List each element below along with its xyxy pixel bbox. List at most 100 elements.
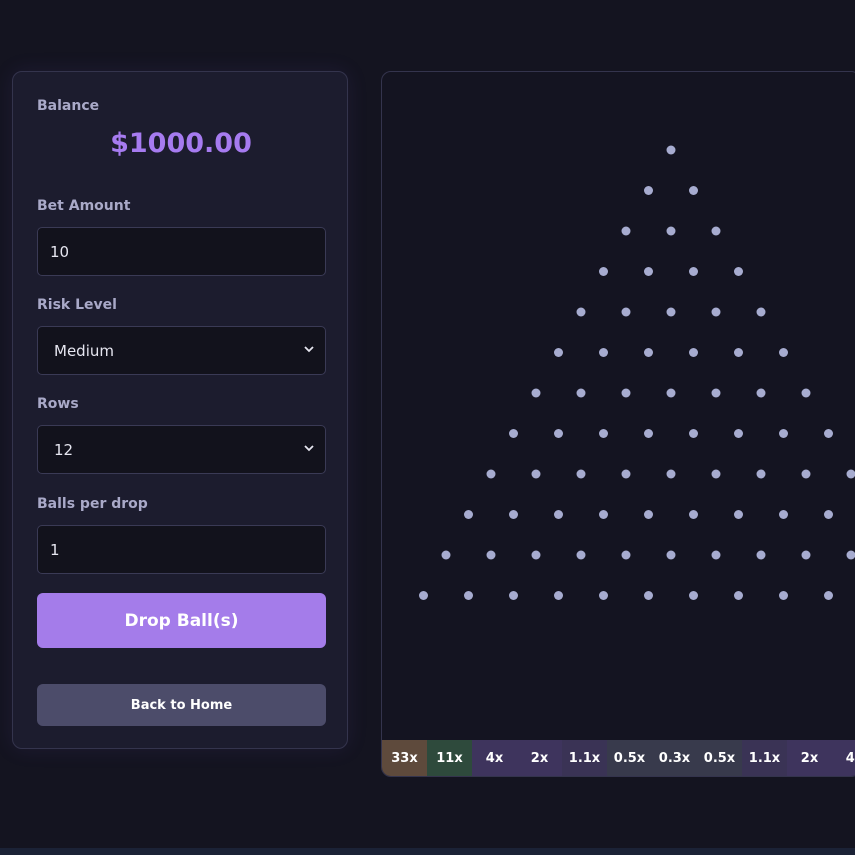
bet-amount-input[interactable]	[37, 227, 326, 276]
risk-level-select[interactable]: Medium	[37, 326, 326, 375]
peg	[554, 591, 563, 600]
peg	[531, 388, 541, 398]
balance-label: Balance	[37, 98, 100, 114]
peg	[756, 307, 766, 317]
peg	[756, 388, 766, 398]
peg	[531, 469, 541, 479]
peg	[644, 429, 653, 438]
multiplier-slot: 0.3x	[652, 740, 697, 776]
peg	[779, 429, 788, 438]
peg	[846, 550, 855, 560]
peg	[599, 510, 608, 519]
control-panel: Balance $1000.00 Bet Amount Risk Level M…	[12, 71, 348, 749]
drop-balls-button[interactable]: Drop Ball(s)	[37, 593, 326, 648]
peg	[734, 267, 743, 276]
peg	[801, 469, 811, 479]
peg	[419, 591, 428, 600]
peg	[621, 388, 631, 398]
peg	[486, 550, 496, 560]
balls-per-drop-label: Balls per drop	[37, 496, 148, 512]
peg	[779, 510, 788, 519]
peg	[711, 550, 721, 560]
peg	[599, 348, 608, 357]
peg	[599, 591, 608, 600]
multiplier-slot: 1.1x	[562, 740, 607, 776]
peg	[711, 469, 721, 479]
peg	[644, 348, 653, 357]
peg	[756, 469, 766, 479]
rows-label: Rows	[37, 396, 79, 412]
peg	[644, 510, 653, 519]
risk-level-label: Risk Level	[37, 297, 117, 313]
peg	[689, 267, 698, 276]
peg	[779, 348, 788, 357]
multiplier-slot: 33x	[382, 740, 427, 776]
peg	[464, 510, 473, 519]
plinko-board: 33x11x4x2x1.1x0.5x0.3x0.5x1.1x2x4x	[381, 71, 855, 777]
peg	[711, 307, 721, 317]
peg	[599, 267, 608, 276]
peg	[621, 469, 631, 479]
peg	[486, 469, 496, 479]
rows-value: 12	[54, 440, 74, 459]
peg	[509, 510, 518, 519]
peg	[464, 591, 473, 600]
peg	[666, 388, 676, 398]
peg	[666, 550, 676, 560]
peg	[644, 186, 653, 195]
peg	[666, 469, 676, 479]
back-to-home-button[interactable]: Back to Home	[37, 684, 326, 726]
balance-value: $1000.00	[110, 128, 252, 159]
peg	[734, 348, 743, 357]
peg	[711, 226, 721, 236]
chevron-down-icon	[304, 445, 314, 452]
peg	[801, 388, 811, 398]
peg	[711, 388, 721, 398]
peg	[689, 186, 698, 195]
multiplier-slot: 4x	[472, 740, 517, 776]
peg	[621, 226, 631, 236]
peg	[689, 429, 698, 438]
multiplier-slot: 2x	[517, 740, 562, 776]
peg	[509, 591, 518, 600]
peg	[576, 307, 586, 317]
peg	[576, 550, 586, 560]
multiplier-slot: 1.1x	[742, 740, 787, 776]
peg	[554, 348, 563, 357]
peg	[644, 267, 653, 276]
peg	[689, 348, 698, 357]
peg	[824, 510, 833, 519]
peg	[846, 469, 855, 479]
balls-per-drop-input[interactable]	[37, 525, 326, 574]
peg	[441, 550, 451, 560]
peg	[599, 429, 608, 438]
multiplier-slot: 0.5x	[697, 740, 742, 776]
peg	[801, 550, 811, 560]
peg	[576, 388, 586, 398]
multiplier-slot: 4x	[832, 740, 855, 776]
peg	[689, 591, 698, 600]
peg	[509, 429, 518, 438]
peg	[576, 469, 586, 479]
multiplier-row: 33x11x4x2x1.1x0.5x0.3x0.5x1.1x2x4x	[382, 740, 855, 776]
peg	[689, 510, 698, 519]
peg	[824, 429, 833, 438]
bottom-strip	[0, 848, 855, 855]
peg	[666, 307, 676, 317]
peg	[621, 550, 631, 560]
rows-select[interactable]: 12	[37, 425, 326, 474]
peg	[824, 591, 833, 600]
multiplier-slot: 11x	[427, 740, 472, 776]
peg	[531, 550, 541, 560]
peg	[644, 591, 653, 600]
peg	[734, 429, 743, 438]
chevron-down-icon	[304, 346, 314, 353]
bet-amount-label: Bet Amount	[37, 198, 131, 214]
peg	[554, 510, 563, 519]
peg-field	[419, 145, 855, 600]
peg	[779, 591, 788, 600]
peg	[666, 226, 676, 236]
peg	[621, 307, 631, 317]
peg	[756, 550, 766, 560]
multiplier-slot: 2x	[787, 740, 832, 776]
